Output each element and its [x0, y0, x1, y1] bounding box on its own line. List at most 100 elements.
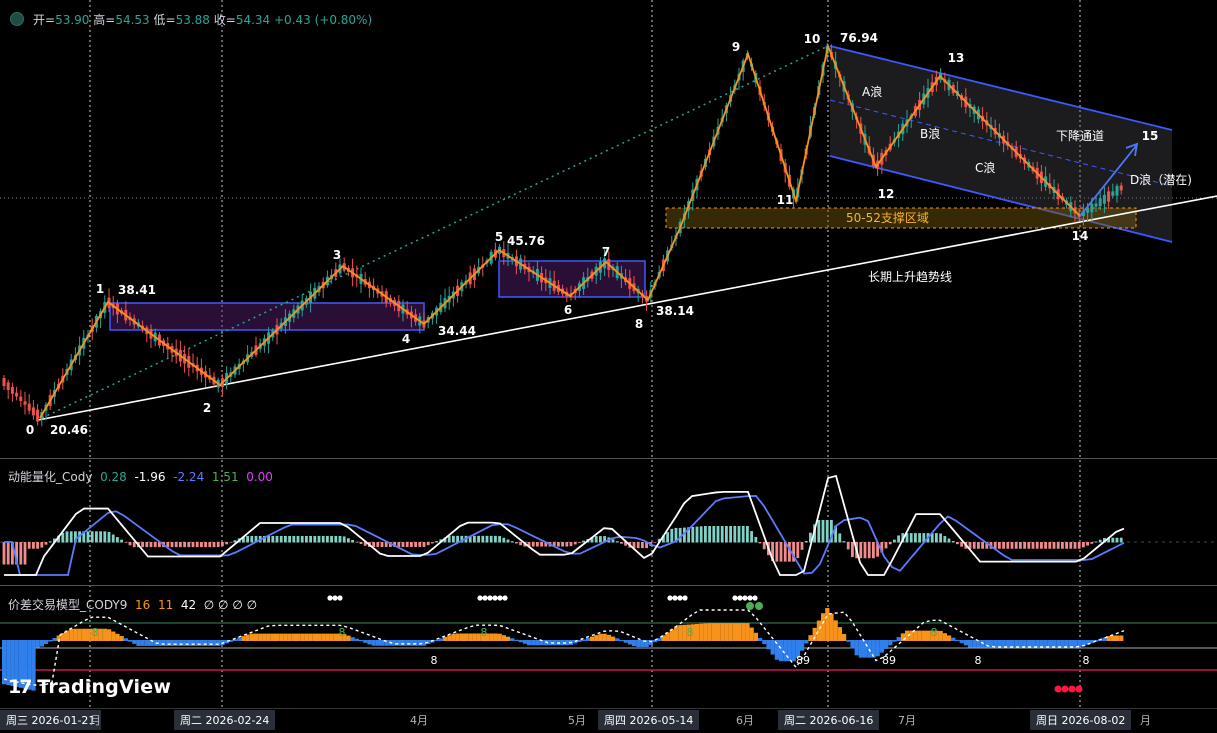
ind1-hist-bar	[36, 542, 39, 549]
ind2-area-bar	[115, 633, 120, 641]
ind2-area-bar	[270, 633, 275, 641]
ind2-area-bar	[258, 633, 263, 641]
ind2-area-bar	[951, 637, 956, 641]
ind1-hist-bar	[418, 542, 422, 547]
ind1-hist-bar	[578, 542, 581, 543]
candle-body	[19, 396, 23, 402]
ind2-area-bar	[81, 628, 86, 641]
ind2-area-bar	[107, 629, 112, 641]
ind2-area-bar	[325, 633, 330, 641]
ind1-hist-bar	[506, 539, 510, 543]
wave-label-15: 15	[1142, 129, 1159, 143]
ind1-hist-bar	[32, 542, 35, 549]
ind1-hist-bar	[800, 542, 804, 550]
ind2-area-bar	[728, 623, 733, 641]
candle-body	[1119, 185, 1123, 191]
ind2-area-bar	[938, 630, 943, 641]
ind1-legend[interactable]: 动能量化_Cody 0.28 -1.96 -2.24 1.51 0.00	[8, 468, 273, 485]
ind1-hist-bar	[561, 542, 564, 547]
ind1-hist-bar	[376, 542, 380, 547]
ind1-hist-bar	[431, 542, 434, 544]
wave-a-label: A浪	[862, 84, 882, 99]
ind2-area-bar	[917, 630, 922, 641]
ind1-hist-bar	[569, 542, 573, 547]
ind2-area-bar	[1110, 635, 1115, 641]
ind2-area-bar	[409, 640, 414, 646]
ind1-hist-bar	[435, 541, 438, 543]
ind1-hist-bar	[804, 540, 808, 543]
signal-dot	[682, 595, 688, 601]
pane-divider-1[interactable]	[0, 458, 1217, 459]
ind1-hist-bar	[897, 535, 900, 543]
ind1-hist-bar	[200, 542, 203, 548]
ind1-hist-bar	[716, 526, 720, 543]
ind1-hist-bar	[884, 542, 888, 549]
candle-body	[1090, 203, 1094, 213]
ind1-v5: 0.00	[246, 470, 273, 484]
ind1-hist-bar	[342, 536, 346, 543]
ind1-hist-bar	[279, 535, 283, 543]
ind1-hist-bar	[1090, 542, 1094, 544]
ind2-area-bar	[829, 613, 834, 641]
ind1-hist-bar	[519, 542, 522, 546]
ind2-area-bar	[497, 633, 502, 641]
ind1-hist-bar	[1115, 537, 1119, 543]
ind2-area-bar	[657, 638, 662, 641]
pane-divider-2[interactable]	[0, 585, 1217, 586]
signal-dot	[332, 595, 338, 601]
ind1-hist-bar	[6, 542, 10, 565]
ind1-hist-bar	[729, 526, 732, 543]
ind1-hist-bar	[401, 542, 405, 547]
signal-dot	[337, 595, 343, 601]
ind2-marker-8: 8	[931, 626, 938, 639]
ind2-area-bar	[615, 638, 620, 641]
ind1-hist-bar	[90, 531, 94, 543]
ind1-hist-bar	[1010, 542, 1014, 549]
candle-body	[1115, 185, 1119, 196]
ind2-area-bar	[858, 640, 863, 658]
ind1-hist-bar	[754, 536, 758, 543]
ind2-area-bar	[846, 640, 851, 642]
ind1-v1: 0.28	[100, 470, 127, 484]
ind2-area-bar	[854, 640, 859, 656]
signal-dot	[482, 595, 488, 601]
signal-dot	[747, 595, 753, 601]
ind1-hist-bar	[170, 542, 174, 548]
ind2-area-bar	[396, 640, 401, 646]
ind2-area-bar	[73, 628, 78, 641]
ind1-hist-bar	[779, 542, 783, 562]
ind2-area-bar	[329, 633, 334, 641]
ind1-hist-bar	[19, 542, 23, 565]
candle-body	[15, 392, 19, 397]
ind1-hist-bar	[1052, 542, 1056, 549]
ind1-hist-bar	[641, 542, 644, 549]
ind1-hist-bar	[313, 535, 317, 543]
ind2-name: 价差交易模型_CODY9	[8, 598, 128, 612]
ind1-hist-bar	[1077, 542, 1081, 549]
ind1-hist-bar	[708, 526, 711, 543]
ind2-legend[interactable]: 价差交易模型_CODY9 16 11 42 ∅ ∅ ∅ ∅	[8, 596, 257, 613]
signal-dot	[497, 595, 503, 601]
ind1-hist-bar	[704, 526, 707, 543]
ind1-hist-bar	[918, 533, 921, 543]
ind2-area-bar	[207, 640, 212, 646]
ind1-hist-bar	[27, 542, 31, 549]
ind1-hist-bar	[347, 538, 350, 543]
ind1-name: 动能量化_Cody	[8, 470, 93, 484]
ind1-hist-bar	[914, 533, 917, 543]
candle-body	[6, 382, 10, 390]
ind1-hist-bar	[888, 542, 892, 545]
ind1-hist-bar	[489, 535, 493, 543]
ind1-hist-bar	[863, 542, 867, 559]
ind2-area-bar	[102, 628, 107, 641]
ind2-marker-9: 8	[1083, 654, 1090, 667]
ind1-hist-bar	[838, 533, 842, 543]
ind1-hist-bar	[741, 526, 745, 543]
ind1-hist-bar	[695, 526, 699, 543]
ind1-hist-bar	[960, 542, 963, 547]
ind2-area-bar	[703, 623, 708, 641]
ind2-area-bar	[111, 631, 116, 641]
signal-dot	[677, 595, 683, 601]
ind1-hist-bar	[750, 531, 753, 543]
ind1-hist-bar	[531, 542, 535, 547]
